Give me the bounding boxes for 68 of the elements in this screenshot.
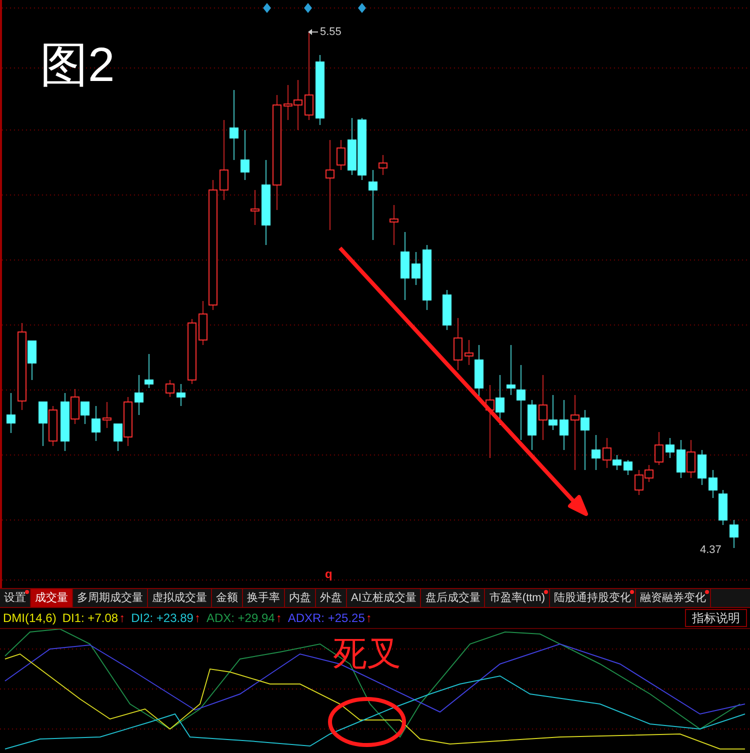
indicator-value: DI2: +23.89	[131, 610, 194, 627]
figure-label: 图2	[40, 42, 115, 90]
candlestick	[528, 400, 536, 450]
candlestick	[686, 440, 696, 478]
indicator-tab[interactable]: 换手率	[243, 589, 285, 607]
high-price-label: 5.55	[320, 27, 342, 38]
indicator-tab[interactable]: 市盈率(ttm)	[485, 589, 550, 607]
candlestick	[240, 130, 250, 180]
candlestick	[708, 470, 718, 498]
candlestick	[102, 402, 112, 428]
candlestick	[390, 204, 398, 246]
death-cross-annotation: 死叉	[333, 637, 401, 671]
indicator-tab[interactable]: 陆股通持股变化	[550, 589, 636, 607]
indicator-tab[interactable]: 多周期成交量	[73, 589, 148, 607]
candlestick	[580, 410, 590, 470]
candlestick	[166, 380, 174, 398]
diamond-icon	[263, 3, 271, 13]
low-price-label: 4.37	[700, 545, 722, 556]
up-arrow: ↑	[119, 610, 126, 627]
up-arrow: ↑	[366, 610, 372, 627]
indicator-tab[interactable]: 融资融券变化	[636, 589, 712, 607]
indicator-tab[interactable]: 虚拟成交量	[148, 589, 212, 607]
up-arrow: ↑	[276, 610, 282, 627]
candlestick	[6, 392, 16, 434]
candlestick	[412, 252, 420, 286]
candlestick	[666, 438, 674, 458]
candlestick	[92, 406, 100, 442]
diamond-icon	[358, 3, 366, 13]
candlestick	[422, 244, 432, 310]
leader-arrow-icon	[308, 29, 318, 35]
candlestick	[624, 460, 632, 476]
candlestick	[316, 54, 324, 126]
candlestick	[676, 440, 686, 478]
candlestick	[730, 520, 738, 548]
candlestick	[698, 450, 706, 486]
marker-text: q	[325, 568, 332, 580]
indicator-tab[interactable]: 盘后成交量	[421, 589, 486, 607]
candlestick	[284, 84, 292, 120]
candlestick	[336, 140, 346, 170]
candlestick	[454, 318, 462, 370]
indicator-value: ADXR: +25.25	[288, 610, 365, 627]
candlestick	[718, 490, 728, 526]
candlestick	[230, 90, 238, 160]
candlestick	[560, 400, 568, 450]
candlestick	[250, 190, 260, 226]
candlestick	[188, 318, 196, 384]
candlestick	[48, 406, 58, 446]
indicator-help-button[interactable]: 指标说明	[685, 609, 747, 627]
indicator-tab[interactable]: 成交量	[31, 589, 73, 607]
indicator-tab[interactable]: 金额	[212, 589, 243, 607]
indicator-value: DI1: +7.08	[62, 610, 118, 627]
candlestick	[592, 434, 600, 470]
candlestick	[134, 374, 144, 416]
candlestick	[442, 290, 452, 330]
indicator-tab[interactable]: AI立桩成交量	[347, 589, 422, 607]
candlestick	[176, 384, 186, 406]
candlestick	[358, 118, 366, 180]
candlestick	[144, 354, 154, 388]
up-arrow: ↑	[194, 610, 200, 627]
indicator-name: DMI(14,6)	[3, 610, 56, 627]
diamond-icon	[304, 3, 312, 13]
indicator-tab[interactable]: 内盘	[285, 589, 316, 607]
candlestick	[38, 402, 48, 446]
candlestick	[400, 232, 410, 300]
indicator-value: ADX: +29.94	[206, 610, 275, 627]
candlestick	[348, 118, 356, 176]
candlestick	[294, 80, 302, 130]
indicator-tab[interactable]: 外盘	[316, 589, 347, 607]
